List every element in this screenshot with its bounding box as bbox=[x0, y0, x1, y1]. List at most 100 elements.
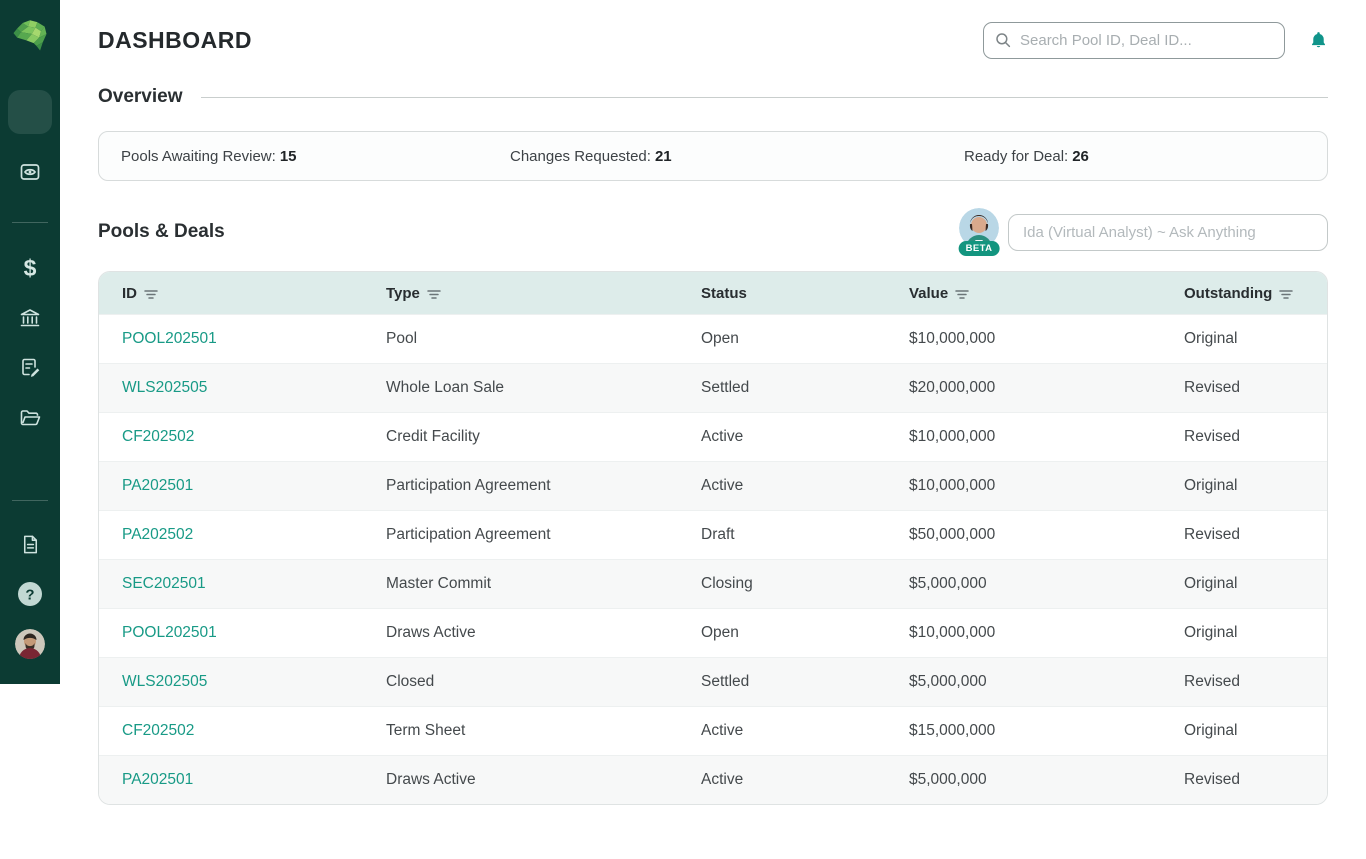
cell-id: CF202502 bbox=[122, 428, 386, 446]
cell-outstanding: Original bbox=[1184, 624, 1238, 641]
virtual-analyst: BETA bbox=[958, 208, 1328, 256]
table-row[interactable]: PA202501 Draws Active Active $5,000,000 Revi… bbox=[99, 755, 1327, 804]
table-row[interactable]: WLS202505 Whole Loan Sale Settled $20,000,0… bbox=[99, 363, 1327, 412]
pool-id-link[interactable]: POOL202501 bbox=[122, 330, 217, 347]
search-input[interactable] bbox=[1020, 31, 1274, 49]
column-header-value: Value bbox=[909, 285, 1184, 302]
cell-type: Participation Agreement bbox=[386, 526, 551, 543]
cell-value: $5,000,000 bbox=[909, 673, 987, 690]
analyst-ask-input[interactable] bbox=[1008, 213, 1328, 251]
cell-status: Settled bbox=[701, 379, 750, 396]
search-icon bbox=[994, 31, 1012, 49]
table-row[interactable]: CF202502 Credit Facility Active $10,000,000… bbox=[99, 412, 1327, 461]
cell-id: PA202502 bbox=[122, 526, 386, 544]
table-row[interactable]: PA202501 Participation Agreement Active $10… bbox=[99, 461, 1327, 510]
sidebar-divider bbox=[12, 500, 48, 501]
pool-id-link[interactable]: POOL202501 bbox=[122, 624, 217, 641]
pools-deals-table: ID Type Status Value Outstanding POOL202501 P… bbox=[98, 271, 1328, 805]
cell-status: Draft bbox=[701, 526, 735, 543]
cell-status: Active bbox=[701, 477, 744, 494]
cell-status: Active bbox=[701, 771, 744, 788]
overview-title: Overview bbox=[98, 86, 183, 107]
cell-value: $5,000,000 bbox=[909, 575, 987, 592]
cell-status: Open bbox=[701, 624, 739, 641]
filter-icon[interactable] bbox=[1279, 289, 1294, 300]
cell-id: WLS202505 bbox=[122, 673, 386, 691]
sidebar-item-notes[interactable] bbox=[16, 355, 44, 381]
sidebar-item-document[interactable] bbox=[17, 531, 43, 557]
table-row[interactable]: PA202502 Participation Agreement Draft $50,… bbox=[99, 510, 1327, 559]
sidebar: $ ? bbox=[0, 0, 60, 684]
cell-value: $15,000,000 bbox=[909, 722, 996, 739]
cell-value: $10,000,000 bbox=[909, 330, 996, 347]
overview-header: Overview bbox=[98, 86, 1328, 108]
filter-icon[interactable] bbox=[144, 289, 158, 300]
stat-value: 15 bbox=[279, 147, 297, 165]
column-label: Outstanding bbox=[1184, 284, 1273, 302]
column-label: ID bbox=[122, 284, 137, 302]
cell-outstanding: Revised bbox=[1184, 379, 1240, 396]
cell-outstanding: Original bbox=[1184, 330, 1238, 347]
profile-avatar[interactable] bbox=[15, 629, 45, 659]
top-bar: DASHBOARD bbox=[98, 20, 1328, 60]
cell-type: Participation Agreement bbox=[386, 477, 551, 494]
cell-value: $20,000,000 bbox=[909, 379, 996, 396]
table-row[interactable]: POOL202501 Pool Open $10,000,000 Original bbox=[99, 314, 1327, 363]
pool-id-link[interactable]: SEC202501 bbox=[122, 575, 206, 592]
pools-deals-title: Pools & Deals bbox=[98, 221, 225, 242]
table-row[interactable]: WLS202505 Closed Settled $5,000,000 Revised bbox=[99, 657, 1327, 706]
pool-id-link[interactable]: CF202502 bbox=[122, 428, 194, 445]
pool-id-link[interactable]: CF202502 bbox=[122, 722, 194, 739]
table-row[interactable]: SEC202501 Master Commit Closing $5,000,000 O… bbox=[99, 559, 1327, 608]
column-header-status: Status bbox=[701, 285, 909, 302]
cell-value: $10,000,000 bbox=[909, 624, 996, 641]
stat-label: Ready for Deal: bbox=[964, 147, 1069, 165]
cell-id: WLS202505 bbox=[122, 379, 386, 397]
pool-id-link[interactable]: PA202501 bbox=[122, 477, 193, 494]
table-row[interactable]: CF202502 Term Sheet Active $15,000,000 Origi… bbox=[99, 706, 1327, 755]
brain-logo[interactable] bbox=[8, 13, 52, 55]
cell-type: Draws Active bbox=[386, 771, 476, 788]
column-label: Type bbox=[386, 284, 420, 302]
cell-id: CF202502 bbox=[122, 722, 386, 740]
stat-changes-requested: Changes Requested: 21 bbox=[510, 148, 964, 165]
cell-value: $10,000,000 bbox=[909, 428, 996, 445]
cell-outstanding: Revised bbox=[1184, 526, 1240, 543]
stat-value: 26 bbox=[1072, 147, 1089, 165]
pool-id-link[interactable]: PA202501 bbox=[122, 771, 193, 788]
sidebar-item-help[interactable]: ? bbox=[16, 580, 44, 608]
stat-label: Pools Awaiting Review: bbox=[121, 147, 276, 165]
stat-value: 21 bbox=[654, 147, 672, 165]
cell-status: Settled bbox=[701, 673, 750, 690]
cell-type: Whole Loan Sale bbox=[386, 379, 505, 396]
column-header-id: ID bbox=[122, 285, 386, 302]
overview-stats-bar: Pools Awaiting Review: 15 Changes Request… bbox=[98, 131, 1328, 181]
main-content: DASHBOARD Overview bbox=[60, 0, 1366, 859]
filter-icon[interactable] bbox=[955, 289, 969, 300]
bell-icon[interactable] bbox=[1309, 30, 1328, 50]
cell-outstanding: Original bbox=[1184, 722, 1238, 739]
sidebar-item-monitor[interactable] bbox=[16, 158, 44, 186]
pool-id-link[interactable]: PA202502 bbox=[122, 526, 193, 543]
cell-outstanding: Revised bbox=[1184, 428, 1240, 445]
sidebar-item-bank[interactable] bbox=[16, 305, 44, 331]
pools-deals-header: Pools & Deals BETA bbox=[98, 208, 1328, 256]
sidebar-item-files[interactable] bbox=[16, 405, 44, 431]
pool-id-link[interactable]: WLS202505 bbox=[122, 379, 207, 396]
stat-pools-awaiting-review: Pools Awaiting Review: 15 bbox=[121, 148, 510, 165]
cell-value: $5,000,000 bbox=[909, 771, 987, 788]
table-header-row: ID Type Status Value Outstanding bbox=[99, 272, 1327, 314]
cell-status: Active bbox=[701, 722, 744, 739]
cell-type: Pool bbox=[386, 330, 418, 347]
sidebar-item-finance[interactable]: $ bbox=[16, 253, 44, 283]
cell-status: Closing bbox=[701, 575, 753, 592]
table-row[interactable]: POOL202501 Draws Active Open $10,000,000 Ori… bbox=[99, 608, 1327, 657]
cell-outstanding: Revised bbox=[1184, 673, 1240, 690]
filter-icon[interactable] bbox=[427, 289, 441, 300]
sidebar-item-home[interactable] bbox=[8, 90, 52, 134]
cell-id: SEC202501 bbox=[122, 575, 386, 593]
pool-id-link[interactable]: WLS202505 bbox=[122, 673, 207, 690]
cell-value: $10,000,000 bbox=[909, 477, 996, 494]
dollar-icon: $ bbox=[23, 254, 37, 281]
cell-type: Draws Active bbox=[386, 624, 476, 641]
